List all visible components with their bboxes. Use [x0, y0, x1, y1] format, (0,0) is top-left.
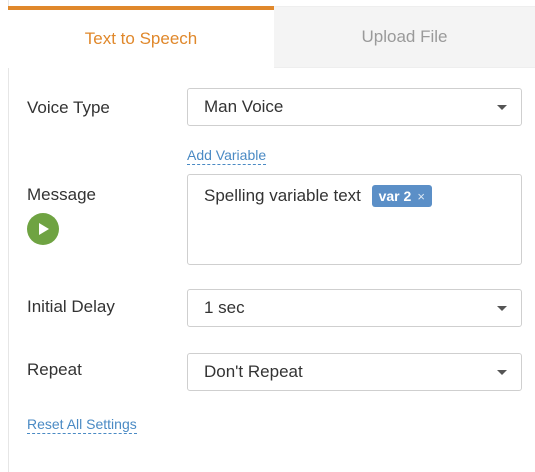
tab-upload-file[interactable]: Upload File [274, 6, 535, 68]
initial-delay-label: Initial Delay [27, 297, 115, 316]
repeat-select[interactable]: Don't Repeat [187, 353, 522, 391]
variable-chip: var 2 × [371, 185, 432, 207]
tab-text-to-speech[interactable]: Text to Speech [8, 6, 274, 68]
message-label: Message [27, 185, 96, 204]
reset-all-settings-link[interactable]: Reset All Settings [27, 416, 137, 434]
initial-delay-value: 1 sec [204, 298, 245, 317]
chevron-down-icon [497, 306, 507, 311]
voice-type-label: Voice Type [27, 98, 110, 117]
variable-chip-label: var 2 [378, 188, 412, 204]
initial-delay-select[interactable]: 1 sec [187, 289, 522, 327]
close-icon[interactable]: × [417, 189, 425, 204]
chevron-down-icon [497, 105, 507, 110]
repeat-label: Repeat [27, 360, 82, 379]
voice-type-value: Man Voice [204, 97, 284, 116]
play-icon [39, 223, 49, 235]
chevron-down-icon [497, 370, 507, 375]
repeat-value: Don't Repeat [204, 362, 303, 381]
play-button[interactable] [27, 213, 59, 245]
voice-type-select[interactable]: Man Voice [187, 88, 522, 126]
tab-bar: Text to Speech Upload File [8, 6, 535, 68]
add-variable-link[interactable]: Add Variable [187, 147, 267, 165]
message-text: Spelling variable text [204, 186, 361, 205]
message-textarea[interactable]: Spelling variable text var 2 × [187, 174, 522, 265]
